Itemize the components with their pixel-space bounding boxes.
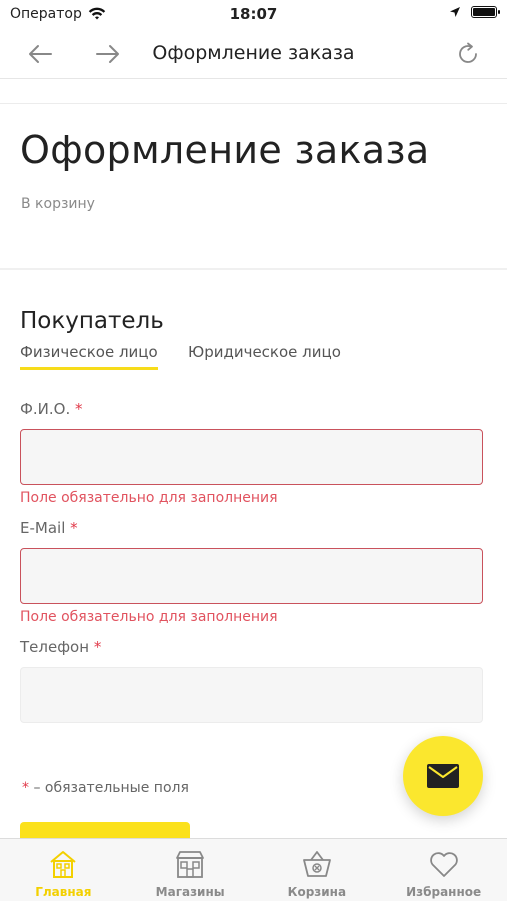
status-right (449, 6, 500, 18)
tabbar-item-home[interactable]: Главная (0, 839, 127, 901)
email-error: Поле обязательно для заполнения (20, 609, 278, 625)
buyer-section-title: Покупатель (20, 308, 164, 334)
name-input[interactable] (21, 430, 482, 484)
nav-title: Оформление заказа (152, 42, 355, 64)
top-divider (0, 103, 507, 104)
envelope-icon (427, 764, 459, 788)
tabbar-item-favorites[interactable]: Избранное (380, 839, 507, 901)
page-title: Оформление заказа (20, 128, 430, 172)
back-to-cart-link[interactable]: В корзину (21, 196, 95, 212)
name-label-text: Ф.И.О. (20, 400, 71, 418)
store-icon (173, 847, 207, 881)
phone-label: Телефон * (20, 638, 101, 656)
tabbar-item-stores[interactable]: Магазины (127, 839, 254, 901)
heart-icon (427, 847, 461, 881)
tabbar-item-cart[interactable]: Корзина (254, 839, 381, 901)
message-fab-button[interactable] (403, 736, 483, 816)
location-arrow-icon (450, 7, 460, 17)
required-mark: * (93, 638, 102, 656)
tabbar-label: Корзина (287, 885, 347, 899)
required-note-text: – обязательные поля (33, 780, 189, 796)
phone-label-text: Телефон (20, 638, 90, 656)
name-field[interactable] (20, 429, 483, 485)
email-label-text: E-Mail (20, 519, 66, 537)
phone-field[interactable] (20, 667, 483, 723)
required-mark: * (70, 519, 78, 537)
home-icon (46, 847, 80, 881)
email-input[interactable] (21, 549, 482, 603)
tabbar-label: Избранное (406, 885, 482, 899)
reload-icon (459, 42, 477, 63)
required-mark: * (22, 780, 29, 796)
tab-legal-entity[interactable]: Юридическое лицо (188, 343, 341, 367)
email-field[interactable] (20, 548, 483, 604)
section-divider (0, 268, 507, 270)
required-mark: * (75, 400, 83, 418)
name-error: Поле обязательно для заполнения (20, 490, 278, 506)
required-note: * – обязательные поля (22, 780, 189, 796)
bottom-tab-bar: Главная Магазины Корзина Избранное (0, 838, 507, 901)
phone-input[interactable] (21, 668, 482, 722)
status-time: 18:07 (229, 5, 278, 23)
tabbar-label: Магазины (155, 885, 225, 899)
navigation-bar: Оформление заказа (0, 28, 507, 79)
status-bar: Оператор 18:07 (0, 0, 507, 28)
tabbar-label: Главная (35, 885, 92, 899)
email-label: E-Mail * (20, 519, 78, 537)
basket-icon (300, 847, 334, 881)
tab-individual[interactable]: Физическое лицо (20, 343, 158, 370)
battery-icon (471, 6, 500, 18)
name-label: Ф.И.О. * (20, 400, 83, 418)
reload-button[interactable] (450, 36, 486, 72)
